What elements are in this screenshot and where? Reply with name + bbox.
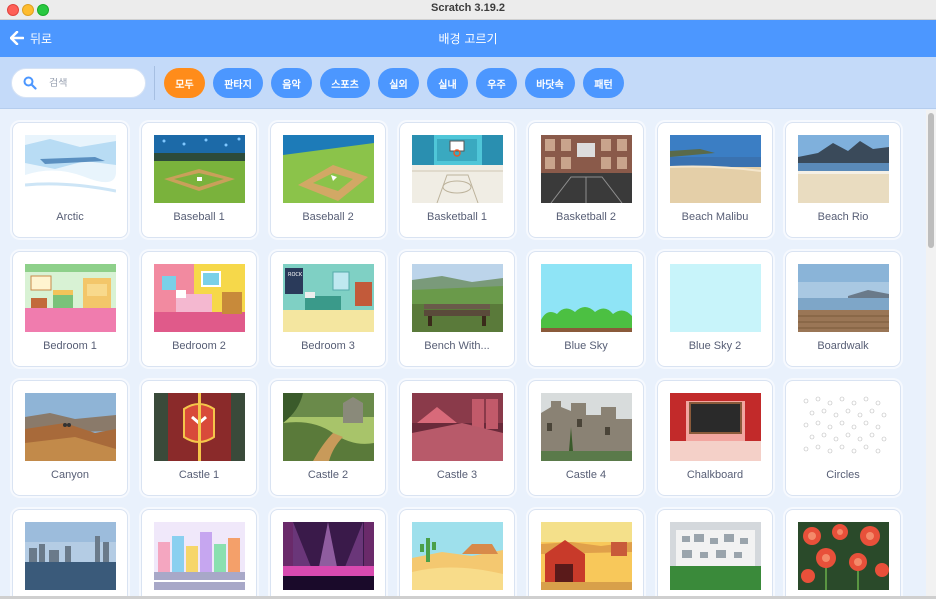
search-input[interactable] <box>49 77 139 89</box>
backdrop-name: Circles <box>826 469 860 481</box>
backdrop-name: Boardwalk <box>817 340 869 352</box>
search-icon <box>23 76 37 90</box>
backdrop-thumbnail <box>798 135 889 203</box>
svg-text:ROCK: ROCK <box>288 272 303 278</box>
backdrop-thumbnail <box>25 264 116 332</box>
backdrop-thumbnail <box>670 264 761 332</box>
tag-button[interactable]: 바닷속 <box>525 68 575 98</box>
backdrop-thumbnail: ROCK <box>283 264 374 332</box>
filter-bar: 모두 판타지 음악 스포츠 실외 실내 우주 바닷속 패턴 <box>0 57 936 109</box>
backdrop-thumbnail <box>154 522 245 590</box>
backdrop-thumbnail <box>412 393 503 461</box>
backdrop-thumbnail <box>25 135 116 203</box>
backdrop-card[interactable]: Basketball 1 <box>399 122 515 238</box>
backdrop-card[interactable]: Bedroom 1 <box>12 251 128 367</box>
backdrop-thumbnail <box>283 135 374 203</box>
backdrop-card[interactable] <box>399 509 515 599</box>
backdrop-name: Bedroom 1 <box>43 340 97 352</box>
backdrop-name: Castle 4 <box>565 469 607 481</box>
backdrop-name: Castle 3 <box>436 469 478 481</box>
backdrop-name: Blue Sky 2 <box>688 340 742 352</box>
backdrop-card[interactable]: Bedroom 2 <box>141 251 257 367</box>
backdrop-thumbnail <box>154 135 245 203</box>
filter-divider <box>154 66 155 100</box>
backdrop-thumbnail <box>154 393 245 461</box>
backdrop-card[interactable]: Chalkboard <box>657 380 773 496</box>
backdrop-name: Basketball 2 <box>556 211 616 223</box>
backdrop-name: Bedroom 2 <box>172 340 226 352</box>
backdrop-thumbnail <box>25 393 116 461</box>
backdrop-thumbnail <box>798 264 889 332</box>
backdrop-grid: Arctic Baseball 1 Baseball 2 Basketball 1 Ba… <box>0 110 936 599</box>
backdrop-thumbnail <box>283 522 374 590</box>
backdrop-card[interactable]: Bench With... <box>399 251 515 367</box>
page-title: 배경 고르기 <box>438 32 498 46</box>
backdrop-name: Baseball 1 <box>173 211 225 223</box>
backdrop-card[interactable]: Beach Malibu <box>657 122 773 238</box>
backdrop-card[interactable]: Arctic <box>12 122 128 238</box>
backdrop-card[interactable] <box>785 509 901 599</box>
backdrop-card[interactable] <box>12 509 128 599</box>
backdrop-card[interactable]: Baseball 2 <box>270 122 386 238</box>
backdrop-card[interactable]: Castle 3 <box>399 380 515 496</box>
backdrop-card[interactable]: Canyon <box>12 380 128 496</box>
backdrop-thumbnail <box>412 135 503 203</box>
tag-button[interactable]: 패턴 <box>583 68 624 98</box>
tag-button[interactable]: 모두 <box>164 68 205 98</box>
backdrop-card[interactable]: Castle 2 <box>270 380 386 496</box>
backdrop-card[interactable]: Beach Rio <box>785 122 901 238</box>
backdrop-card[interactable] <box>141 509 257 599</box>
backdrop-thumbnail <box>412 522 503 590</box>
backdrop-card[interactable]: Basketball 2 <box>528 122 644 238</box>
backdrop-thumbnail <box>25 522 116 590</box>
backdrop-card[interactable]: Blue Sky 2 <box>657 251 773 367</box>
backdrop-name: Bench With... <box>424 340 490 352</box>
backdrop-thumbnail <box>670 393 761 461</box>
tag-button[interactable]: 실외 <box>378 68 419 98</box>
backdrop-card[interactable] <box>657 509 773 599</box>
backdrop-thumbnail <box>283 393 374 461</box>
backdrop-thumbnail <box>541 393 632 461</box>
backdrop-card[interactable]: Boardwalk <box>785 251 901 367</box>
backdrop-thumbnail <box>412 264 503 332</box>
tag-button[interactable]: 판타지 <box>213 68 263 98</box>
backdrop-card[interactable]: Circles <box>785 380 901 496</box>
backdrop-card[interactable]: ROCK Bedroom 3 <box>270 251 386 367</box>
backdrop-name: Canyon <box>51 469 89 481</box>
window-title: Scratch 3.19.2 <box>431 2 505 14</box>
library-header: 뒤로 배경 고르기 <box>0 20 936 57</box>
backdrop-card[interactable] <box>270 509 386 599</box>
backdrop-card[interactable] <box>528 509 644 599</box>
scrollbar-thumb[interactable] <box>928 113 934 248</box>
backdrop-thumbnail <box>541 135 632 203</box>
backdrop-name: Castle 1 <box>178 469 220 481</box>
backdrop-thumbnail <box>798 393 889 461</box>
backdrop-name: Arctic <box>56 211 84 223</box>
backdrop-card[interactable]: Baseball 1 <box>141 122 257 238</box>
tag-button[interactable]: 스포츠 <box>320 68 370 98</box>
tag-button[interactable]: 실내 <box>427 68 468 98</box>
tag-button[interactable]: 우주 <box>476 68 517 98</box>
backdrop-name: Castle 2 <box>307 469 349 481</box>
backdrop-name: Beach Malibu <box>681 211 749 223</box>
backdrop-card[interactable]: Castle 1 <box>141 380 257 496</box>
backdrop-name: Chalkboard <box>686 469 744 481</box>
backdrop-thumbnail <box>670 522 761 590</box>
backdrop-thumbnail <box>541 522 632 590</box>
tag-list: 모두 판타지 음악 스포츠 실외 실내 우주 바닷속 패턴 <box>164 68 624 98</box>
backdrop-name: Bedroom 3 <box>301 340 355 352</box>
search-box[interactable] <box>11 68 146 98</box>
backdrop-thumbnail <box>798 522 889 590</box>
window-titlebar: Scratch 3.19.2 <box>0 0 936 20</box>
backdrop-name: Baseball 2 <box>302 211 354 223</box>
backdrop-thumbnail <box>670 135 761 203</box>
backdrop-card[interactable]: Blue Sky <box>528 251 644 367</box>
backdrop-thumbnail <box>154 264 245 332</box>
tag-button[interactable]: 음악 <box>271 68 312 98</box>
backdrop-thumbnail <box>541 264 632 332</box>
backdrop-card[interactable]: Castle 4 <box>528 380 644 496</box>
backdrop-name: Basketball 1 <box>427 211 487 223</box>
backdrop-name: Beach Rio <box>817 211 869 223</box>
backdrop-name: Blue Sky <box>564 340 608 352</box>
